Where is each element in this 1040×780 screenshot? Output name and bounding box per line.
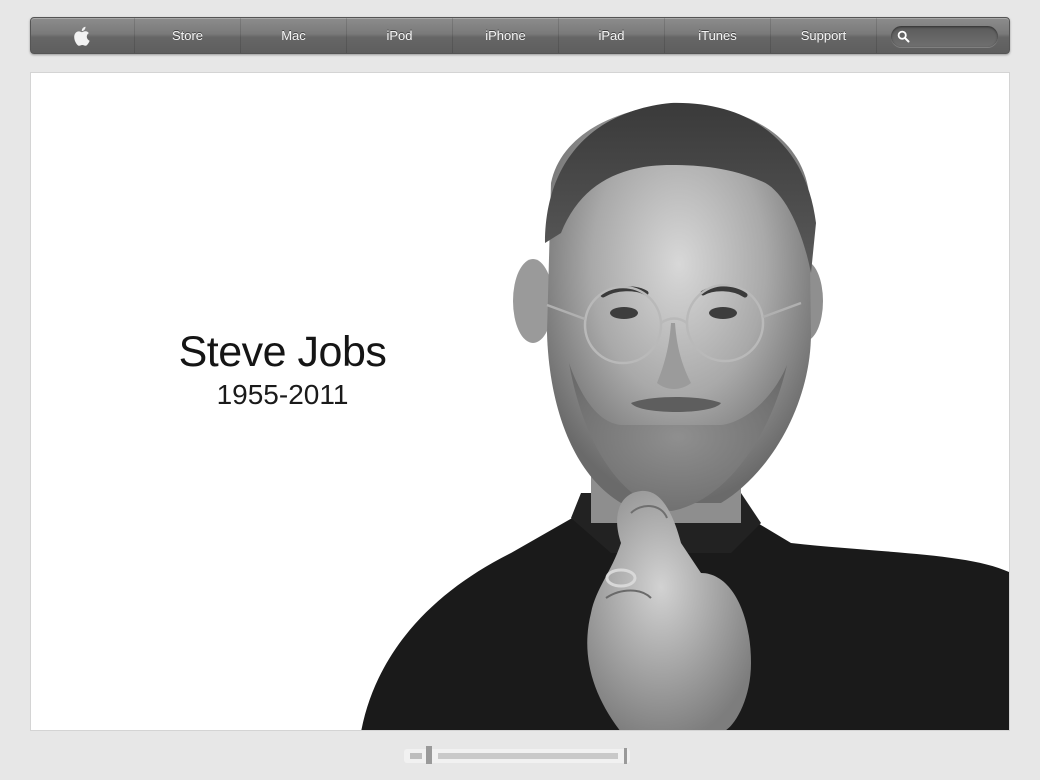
nav-item-mac[interactable]: Mac: [241, 18, 347, 53]
search-icon: [897, 30, 910, 43]
nav-item-ipod[interactable]: iPod: [347, 18, 453, 53]
nav-item-support[interactable]: Support: [771, 18, 877, 53]
nav-item-ipad[interactable]: iPad: [559, 18, 665, 53]
global-nav: Store Mac iPod iPhone iPad iTunes Suppor…: [30, 17, 1010, 54]
nav-item-store[interactable]: Store: [135, 18, 241, 53]
footer-tribute-line: [404, 746, 630, 764]
nav-item-itunes[interactable]: iTunes: [665, 18, 771, 53]
portrait-photo: [361, 102, 1009, 730]
nav-item-iphone[interactable]: iPhone: [453, 18, 559, 53]
search-input[interactable]: [913, 28, 995, 46]
apple-icon: [73, 26, 90, 46]
tribute-hero[interactable]: Steve Jobs 1955-2011: [30, 72, 1010, 731]
apple-logo-link[interactable]: [31, 18, 135, 53]
search-box[interactable]: [891, 26, 998, 47]
